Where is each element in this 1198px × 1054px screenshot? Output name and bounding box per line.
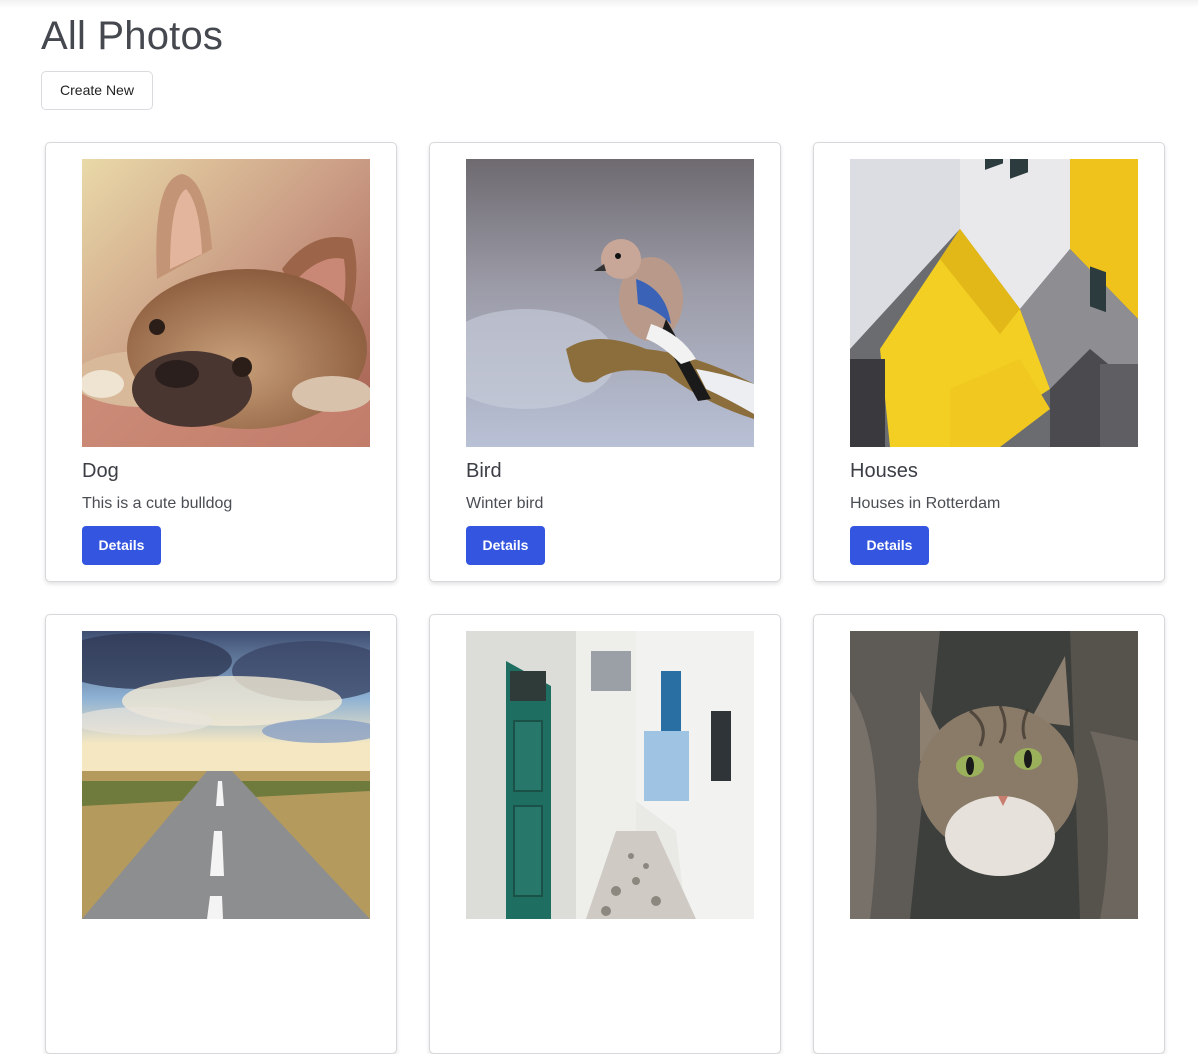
- dog-photo: [82, 159, 370, 447]
- houses-photo: [850, 159, 1138, 447]
- photo-card-dog: Dog This is a cute bulldog Details: [45, 142, 397, 582]
- dog-photo-image: [82, 159, 370, 447]
- photo-title: Dog: [82, 460, 119, 482]
- photo-description: Houses in Rotterdam: [850, 495, 1001, 512]
- page-title: All Photos: [41, 14, 224, 58]
- road-photo: [82, 631, 370, 919]
- kitten-photo: [850, 631, 1138, 919]
- houses-photo-image: [850, 159, 1138, 447]
- bird-photo-image: [466, 159, 754, 447]
- photo-description: Winter bird: [466, 495, 544, 512]
- create-new-button[interactable]: Create New: [41, 71, 153, 110]
- details-button[interactable]: Details: [466, 526, 545, 565]
- alley-photo: [466, 631, 754, 919]
- road-photo-image: [82, 631, 370, 919]
- photo-card-bird: Bird Winter bird Details: [429, 142, 781, 582]
- alley-photo-image: [466, 631, 754, 919]
- photo-card-houses: Houses Houses in Rotterdam Details: [813, 142, 1165, 582]
- photo-title: Houses: [850, 460, 918, 482]
- photo-description: This is a cute bulldog: [82, 495, 233, 512]
- photo-card-kitten: [813, 614, 1165, 1054]
- top-bar-shadow: [0, 0, 1198, 8]
- kitten-photo-image: [850, 631, 1138, 919]
- details-button[interactable]: Details: [850, 526, 929, 565]
- photo-title: Bird: [466, 460, 502, 482]
- photo-card-alley: [429, 614, 781, 1054]
- details-button[interactable]: Details: [82, 526, 161, 565]
- photo-card-road: [45, 614, 397, 1054]
- bird-photo: [466, 159, 754, 447]
